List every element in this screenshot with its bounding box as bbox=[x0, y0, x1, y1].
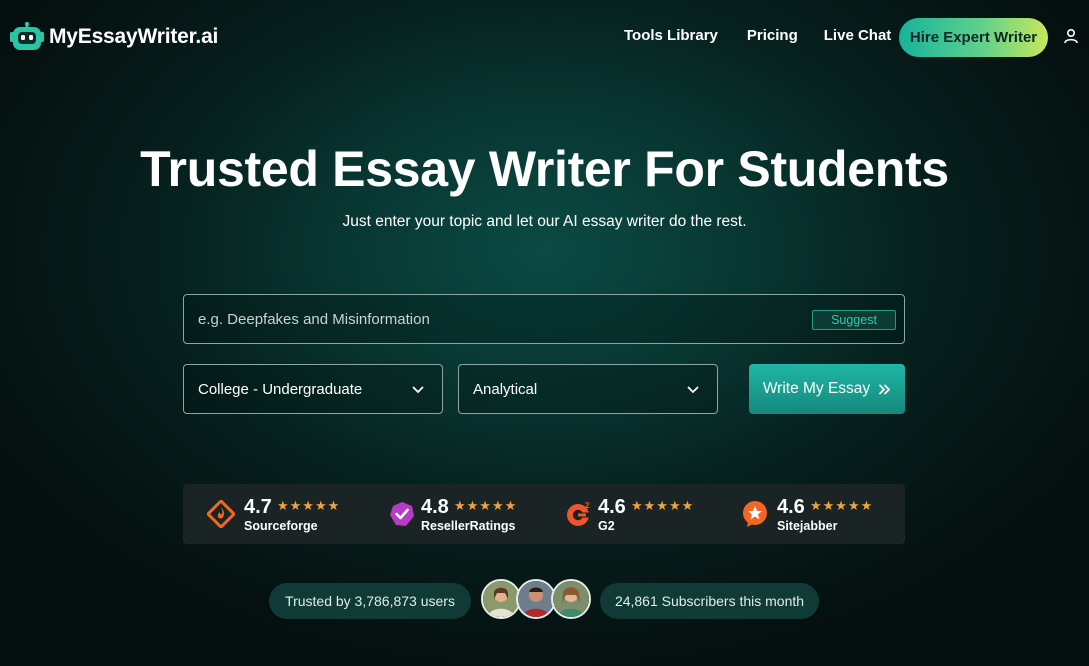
page-title: Trusted Essay Writer For Students bbox=[140, 141, 949, 197]
nav-live-chat[interactable]: Live Chat bbox=[824, 27, 892, 44]
page-subtitle: Just enter your topic and let our AI ess… bbox=[342, 213, 747, 230]
subscribers-badge: 24,861 Subscribers this month bbox=[600, 583, 819, 619]
rating-stars: ★★★★★ bbox=[631, 498, 695, 513]
user-icon[interactable] bbox=[1063, 28, 1079, 44]
rating-source-name: ResellerRatings bbox=[421, 519, 516, 533]
write-my-essay-label: Write My Essay bbox=[762, 380, 871, 397]
main-nav: Tools Library Pricing Live Chat bbox=[624, 27, 891, 44]
svg-text:2: 2 bbox=[585, 501, 590, 510]
topic-input[interactable] bbox=[198, 295, 798, 343]
robot-logo-icon bbox=[10, 22, 44, 52]
academic-level-select[interactable]: College - Undergraduate bbox=[183, 364, 443, 414]
ratings-bar: 4.7 ★★★★★ Sourceforge 4.8 ★★★★★ Reseller… bbox=[183, 484, 905, 544]
g2-logo-icon: 2 bbox=[565, 500, 593, 528]
avatar bbox=[551, 579, 591, 619]
logo[interactable]: MyEssayWriter.ai bbox=[10, 22, 218, 52]
rating-source-name: G2 bbox=[598, 519, 615, 533]
hire-expert-writer-button[interactable]: Hire Expert Writer bbox=[899, 18, 1048, 57]
essay-type-value: Analytical bbox=[473, 380, 538, 398]
trusted-users-badge: Trusted by 3,786,873 users bbox=[269, 583, 471, 619]
chevron-down-icon bbox=[687, 386, 699, 393]
avatar bbox=[516, 579, 556, 619]
resellerratings-logo-icon bbox=[388, 500, 416, 528]
rating-score: 4.8 bbox=[421, 496, 449, 518]
rating-score: 4.7 bbox=[244, 496, 272, 518]
nav-tools-library[interactable]: Tools Library bbox=[624, 27, 718, 44]
sourceforge-logo-icon bbox=[205, 498, 237, 530]
nav-pricing[interactable]: Pricing bbox=[747, 27, 798, 44]
avatar-group bbox=[481, 579, 591, 621]
site-header: MyEssayWriter.ai Tools Library Pricing L… bbox=[0, 0, 1089, 76]
rating-score: 4.6 bbox=[777, 496, 805, 518]
double-chevron-right-icon bbox=[879, 384, 891, 394]
avatar bbox=[481, 579, 521, 619]
academic-level-value: College - Undergraduate bbox=[198, 380, 363, 398]
rating-source-name: Sourceforge bbox=[244, 519, 318, 533]
topic-field: Suggest bbox=[183, 294, 905, 344]
rating-stars: ★★★★★ bbox=[810, 498, 874, 513]
rating-stars: ★★★★★ bbox=[454, 498, 518, 513]
logo-text: MyEssayWriter.ai bbox=[49, 25, 219, 48]
write-my-essay-button[interactable]: Write My Essay bbox=[749, 364, 905, 414]
suggest-button[interactable]: Suggest bbox=[812, 310, 896, 330]
rating-source-name: Sitejabber bbox=[777, 519, 838, 533]
chevron-down-icon bbox=[412, 386, 424, 393]
rating-stars: ★★★★★ bbox=[277, 498, 341, 513]
essay-type-select[interactable]: Analytical bbox=[458, 364, 718, 414]
sitejabber-logo-icon bbox=[742, 500, 770, 528]
rating-score: 4.6 bbox=[598, 496, 626, 518]
